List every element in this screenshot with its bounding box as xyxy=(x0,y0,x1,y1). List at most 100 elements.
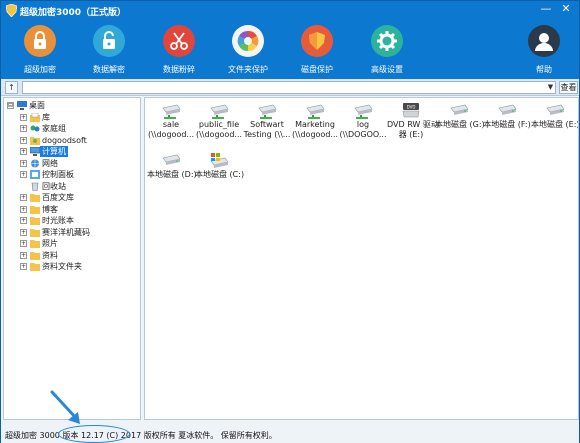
expand-toggle-icon[interactable]: + xyxy=(20,263,27,270)
tree-item[interactable]: + 控制面板 xyxy=(4,169,140,180)
help-label: 帮助 xyxy=(536,65,552,74)
drive-item[interactable]: DVD DVD RW 驱动器 (E:) xyxy=(387,100,439,146)
network-drive-icon xyxy=(258,104,277,119)
disk-protect-label: 磁盘保护 xyxy=(301,65,333,74)
tree-item[interactable]: + 百度文库 xyxy=(4,192,140,203)
up-level-button[interactable]: ↑ xyxy=(5,81,18,94)
expand-toggle-icon[interactable]: + xyxy=(20,171,27,178)
user-icon xyxy=(528,25,560,57)
homegroup-icon xyxy=(30,125,40,132)
close-button[interactable]: ✕ xyxy=(557,1,575,17)
drive-label: public_file xyxy=(198,120,240,129)
tree-item[interactable]: + 博客 xyxy=(4,204,140,215)
tree-item[interactable]: + 网络 xyxy=(4,158,140,169)
tree-item[interactable]: ⊟ 桌面 xyxy=(4,100,140,111)
drive-label: 本地磁盘 (E:) xyxy=(531,120,579,129)
network-drive-icon xyxy=(354,104,373,119)
expand-toggle-icon[interactable]: ⊟ xyxy=(7,102,14,109)
title-bar[interactable]: 超级加密3000（正式版） — ✕ xyxy=(1,1,579,21)
tree-item-label: 库 xyxy=(42,112,50,122)
expand-toggle-icon[interactable]: + xyxy=(20,136,27,144)
tree-item-label: 回收站 xyxy=(42,181,66,191)
aperture-icon xyxy=(232,25,264,57)
expand-toggle-icon[interactable]: + xyxy=(20,125,27,132)
recycle-bin-icon xyxy=(31,182,39,191)
drive-item[interactable]: 本地磁盘 (D:) xyxy=(147,150,197,196)
tree-item-label: dogoodsoft xyxy=(42,135,87,145)
expand-toggle-icon[interactable]: + xyxy=(20,251,27,259)
annotation-arrow-icon xyxy=(50,390,80,424)
drive-item[interactable]: 本地磁盘 (C:) xyxy=(195,150,245,196)
drive-item[interactable]: sale (\\dogood... xyxy=(147,100,195,146)
tree-item-label: 时光账本 xyxy=(42,216,74,225)
dvd-drive-icon: DVD xyxy=(402,103,420,118)
encrypt-button[interactable]: 超级加密 xyxy=(7,25,73,77)
tree-item[interactable]: + dogoodsoft xyxy=(4,135,140,146)
tree-item-label: 桌面 xyxy=(29,101,45,110)
expand-toggle-icon[interactable]: + xyxy=(20,240,27,247)
tree-item-label: 网络 xyxy=(42,158,58,168)
drive-label: 本地磁盘 (G:) xyxy=(435,120,485,129)
drive-item[interactable]: 本地磁盘 (F:) xyxy=(483,100,531,146)
expand-toggle-icon[interactable]: + xyxy=(20,194,27,201)
hard-disk-icon xyxy=(450,104,469,115)
drive-item[interactable]: 本地磁盘 (E:) xyxy=(531,100,579,146)
minimize-button[interactable]: — xyxy=(537,1,555,17)
folder-protect-label: 文件夹保护 xyxy=(228,65,268,74)
expand-toggle-icon[interactable]: + xyxy=(20,205,27,213)
expand-toggle-icon[interactable]: + xyxy=(20,113,27,121)
network-icon xyxy=(31,159,39,167)
library-icon xyxy=(30,112,40,122)
address-input[interactable] xyxy=(22,81,556,94)
folder-icon xyxy=(30,240,40,248)
folder-tree[interactable]: ⊟ 桌面 + 库 + 家庭组 + dogoodsoft + 计算机 + 网络 + 控制面板 回收站 + 百度文库… xyxy=(3,97,141,420)
help-button[interactable]: 帮助 xyxy=(511,25,577,77)
drive-item[interactable]: Marketing (\\dogood... xyxy=(291,100,339,146)
tree-item[interactable]: + 照片 xyxy=(4,238,140,249)
drive-label: 本地磁盘 (D:) xyxy=(147,170,197,179)
expand-toggle-icon[interactable]: + xyxy=(20,228,27,236)
drive-label-line2: (\\DOGOO... xyxy=(339,130,387,139)
drive-label-line2: (\\dogood... xyxy=(195,130,243,139)
svg-text:DVD: DVD xyxy=(407,105,416,110)
folder-icon xyxy=(30,194,40,202)
network-drive-icon xyxy=(210,104,229,119)
lock-icon xyxy=(24,25,56,57)
drive-item[interactable]: public_file (\\dogood... xyxy=(195,100,243,146)
advanced-settings-button[interactable]: 高级设置 xyxy=(354,25,420,77)
expand-toggle-icon[interactable]: + xyxy=(20,217,27,224)
tree-item[interactable]: 回收站 xyxy=(4,181,140,192)
address-dropdown-icon[interactable]: ▼ xyxy=(546,82,555,93)
tree-item[interactable]: + 资料 xyxy=(4,250,140,261)
tree-item-label: 博客 xyxy=(42,204,58,214)
folder-protect-button[interactable]: 文件夹保护 xyxy=(215,25,281,77)
computer-icon xyxy=(30,147,40,156)
folder-icon xyxy=(30,251,40,260)
drive-label-line2: (\\dogood... xyxy=(147,130,195,139)
drive-item[interactable]: Softwart Testing (\\... xyxy=(243,100,291,146)
file-list[interactable]: sale (\\dogood... public_file (\\dogood... S… xyxy=(144,97,579,420)
shred-button[interactable]: 数据粉碎 xyxy=(146,25,212,77)
expand-toggle-icon[interactable]: + xyxy=(20,148,27,155)
view-button[interactable]: 查看 xyxy=(559,81,578,94)
control-panel-icon xyxy=(30,170,40,179)
network-drive-icon xyxy=(162,104,181,119)
tree-item[interactable]: + 资料文件夹 xyxy=(4,261,140,272)
shred-label: 数据粉碎 xyxy=(163,65,195,74)
drive-item[interactable]: log (\\DOGOO... xyxy=(339,100,387,146)
tree-item-label: 照片 xyxy=(42,239,58,248)
tree-item-label: 赛洋洋机藏码 xyxy=(42,227,90,237)
drive-item[interactable]: 本地磁盘 (G:) xyxy=(435,100,485,146)
tree-item[interactable]: + 家庭组 xyxy=(4,123,140,134)
disk-protect-button[interactable]: 磁盘保护 xyxy=(284,25,350,77)
tree-item-label: 家庭组 xyxy=(42,124,66,133)
gear-icon xyxy=(371,25,403,57)
tree-item[interactable]: + 赛洋洋机藏码 xyxy=(4,227,140,238)
expand-toggle-icon[interactable]: + xyxy=(20,159,27,167)
decrypt-button[interactable]: 数据解密 xyxy=(76,25,142,77)
tree-item[interactable]: + 库 xyxy=(4,112,140,123)
tree-item[interactable]: + 时光账本 xyxy=(4,215,140,226)
user-folder-icon xyxy=(30,136,40,145)
drive-label: 本地磁盘 (C:) xyxy=(195,170,245,179)
tree-item[interactable]: + 计算机 xyxy=(4,146,140,157)
